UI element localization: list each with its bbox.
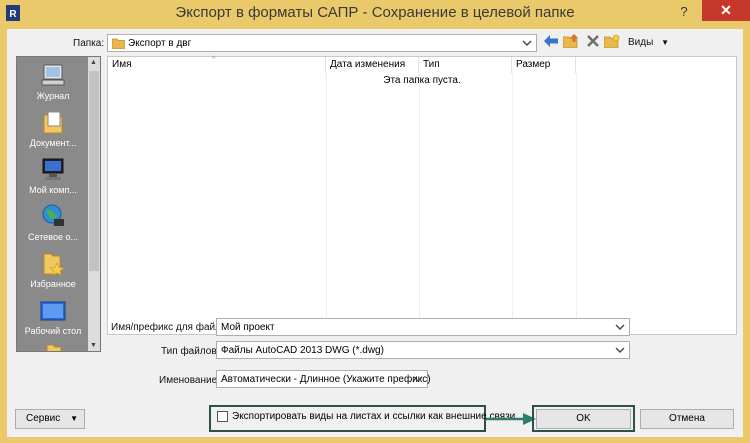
title-bar[interactable]: R Экспорт в форматы САПР - Сохранение в … <box>0 0 750 26</box>
views-label: Виды <box>628 37 654 48</box>
filename-value: Мой проект <box>221 322 275 333</box>
history-icon <box>41 64 65 86</box>
close-button[interactable]: ✕ <box>702 0 750 21</box>
favorites-folder-icon <box>43 253 65 276</box>
export-checkbox-label: Экспортировать виды на листах и ссылки к… <box>232 411 516 422</box>
caret-down-icon: ▼ <box>661 38 669 47</box>
sort-arrow-icon: ^ <box>212 56 216 63</box>
ok-button[interactable]: OK <box>536 409 631 429</box>
sidebar-item-label: Документ... <box>29 138 77 148</box>
up-folder-icon[interactable] <box>563 34 579 48</box>
chevron-down-icon[interactable] <box>614 321 626 333</box>
column-header-size[interactable]: Размер <box>512 57 576 73</box>
file-list[interactable]: Имя ^ Дата изменения Тип Размер Эта папк… <box>107 56 737 335</box>
column-divider <box>419 73 420 335</box>
sidebar-item-desktop[interactable]: Рабочий стол <box>17 299 89 336</box>
cancel-button[interactable]: Отмена <box>640 409 734 429</box>
caret-down-icon: ▼ <box>70 414 78 423</box>
chevron-down-icon[interactable] <box>521 37 533 49</box>
empty-folder-message: Эта папка пуста. <box>383 75 461 86</box>
sidebar-item-network[interactable]: Сетевое о... <box>17 203 89 242</box>
places-sidebar: Журнал Документ... Мой комп... Сетевое о… <box>16 56 101 352</box>
sidebar-item-documents[interactable]: Документ... <box>17 109 89 148</box>
sidebar-item-label: Рабочий стол <box>24 326 82 336</box>
scrollbar-thumb[interactable] <box>89 71 99 271</box>
folder-icon <box>46 344 62 351</box>
folder-value: Экспорт в двг <box>128 38 192 49</box>
new-folder-icon[interactable] <box>604 34 620 48</box>
window-title: Экспорт в форматы САПР - Сохранение в це… <box>175 4 575 21</box>
column-header-date[interactable]: Дата изменения <box>326 57 419 73</box>
column-divider <box>512 73 513 335</box>
filetype-label: Тип файлов: <box>161 346 220 357</box>
export-links-checkbox[interactable]: Экспортировать виды на листах и ссылки к… <box>212 408 515 428</box>
my-computer-icon <box>42 158 64 180</box>
arrow-annotation-icon <box>486 413 536 425</box>
folder-label: Папка: <box>73 38 105 49</box>
filetype-combo[interactable]: Файлы AutoCAD 2013 DWG (*.dwg) <box>216 341 630 359</box>
delete-icon[interactable] <box>585 34 601 48</box>
folder-combo[interactable]: Экспорт в двг <box>107 34 537 52</box>
sidebar-item-partial <box>17 343 89 351</box>
tools-label: Сервис <box>26 413 61 424</box>
column-header-name[interactable]: Имя ^ <box>108 56 326 73</box>
scroll-down-icon[interactable]: ▼ <box>90 342 97 349</box>
folder-icon <box>112 38 125 49</box>
naming-label: Именование: <box>159 375 220 386</box>
sidebar-item-history[interactable]: Журнал <box>17 62 89 101</box>
sidebar-scrollbar[interactable]: ▲ ▼ <box>88 57 100 351</box>
filename-label: Имя/префикс для файла: <box>111 322 230 333</box>
documents-folder-icon <box>43 111 63 134</box>
sidebar-item-favorites[interactable]: Избранное <box>17 250 89 289</box>
filetype-value: Файлы AutoCAD 2013 DWG (*.dwg) <box>221 345 384 356</box>
chevron-down-icon[interactable] <box>412 373 424 385</box>
sidebar-item-label: Журнал <box>36 91 70 101</box>
dialog-client-area: Папка: Экспорт в двг Виды ▼ Журнал Докум… <box>7 29 743 437</box>
column-header-type[interactable]: Тип <box>419 57 512 73</box>
network-icon <box>42 204 64 226</box>
back-icon[interactable] <box>543 34 559 48</box>
chevron-down-icon[interactable] <box>614 344 626 356</box>
tools-button[interactable]: Сервис ▼ <box>15 409 85 429</box>
naming-combo[interactable]: Автоматически - Длинное (Укажите префикс… <box>216 370 431 388</box>
dialog-window: R Экспорт в форматы САПР - Сохранение в … <box>0 0 750 443</box>
filename-combo[interactable]: Мой проект <box>216 318 630 336</box>
checkbox-box[interactable] <box>217 411 228 422</box>
sidebar-item-my-computer[interactable]: Мой комп... <box>17 156 89 195</box>
scroll-up-icon[interactable]: ▲ <box>90 59 97 66</box>
sidebar-item-label: Мой комп... <box>29 185 77 195</box>
column-divider <box>326 73 327 335</box>
desktop-icon <box>40 301 66 321</box>
help-button[interactable]: ? <box>675 4 693 22</box>
naming-value: Автоматически - Длинное (Укажите префикс… <box>221 374 431 385</box>
sidebar-item-label: Избранное <box>30 279 76 289</box>
sidebar-item-label: Сетевое о... <box>28 232 78 242</box>
column-divider <box>576 73 577 335</box>
views-menu[interactable]: Виды ▼ <box>628 37 669 48</box>
